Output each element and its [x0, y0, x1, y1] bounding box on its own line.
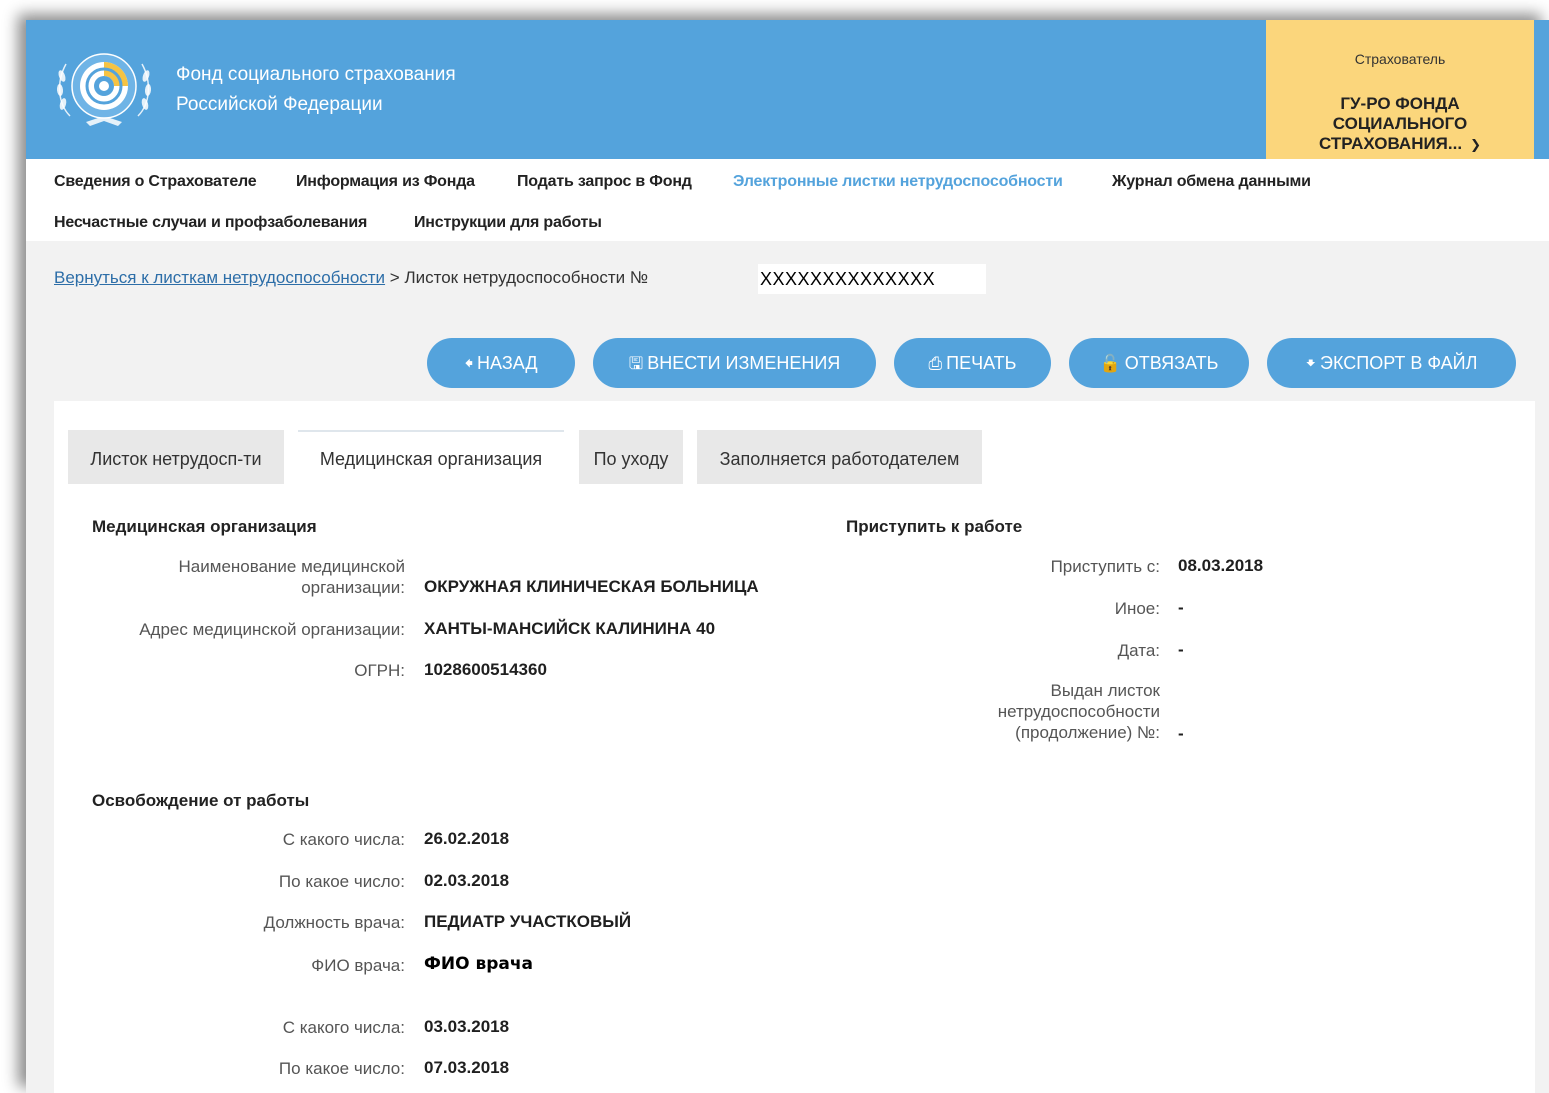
- insurer-label: Страхователь: [1354, 51, 1446, 67]
- print-button-label: ПЕЧАТЬ: [946, 353, 1017, 373]
- insurer-name-line3-row: СТРАХОВАНИЯ... ❯: [1266, 134, 1534, 155]
- return-date-label: Дата:: [1117, 641, 1160, 660]
- back-button-label: НАЗАД: [477, 353, 538, 373]
- release2-from-label: С какого числа:: [282, 1018, 405, 1037]
- return-other-value: -: [1178, 598, 1184, 617]
- main-nav: Сведения о Страхователе Информация из Фо…: [26, 159, 1549, 241]
- issued-continuation-label-line2: нетрудоспособности: [997, 702, 1160, 721]
- tab-sick-leave[interactable]: Листок нетрудосп-ти: [68, 430, 284, 484]
- org-name: Фонд социального страхования Российской …: [176, 60, 456, 120]
- return-to-work-title: Приступить к работе: [846, 517, 1023, 536]
- med-org-name-label-line2: организации:: [301, 578, 405, 597]
- insurer-name[interactable]: ГУ-РО ФОНДА СОЦИАЛЬНОГО СТРАХОВАНИЯ... ❯: [1266, 94, 1534, 155]
- nav-sick-leaves[interactable]: Электронные листки нетрудоспособности: [733, 173, 1063, 191]
- nav-accidents[interactable]: Несчастные случаи и профзаболевания: [54, 214, 367, 232]
- print-button[interactable]: ⎙ ПЕЧАТЬ: [894, 338, 1051, 388]
- nav-exchange-log[interactable]: Журнал обмена данными: [1112, 173, 1311, 191]
- return-other-label: Иное:: [1114, 599, 1160, 618]
- insurer-name-line3: СТРАХОВАНИЯ...: [1319, 134, 1463, 153]
- tab-care[interactable]: По уходу: [579, 430, 683, 484]
- unlink-button-label: ОТВЯЗАТЬ: [1124, 353, 1219, 373]
- org-name-line2: Российской Федерации: [176, 94, 383, 115]
- ogrn-label: ОГРН:: [354, 661, 405, 680]
- unlink-button[interactable]: 🔓 ОТВЯЗАТЬ: [1069, 338, 1249, 388]
- save-icon: 🖫: [628, 354, 644, 373]
- med-org-name-label-line1: Наименование медицинской: [178, 557, 405, 576]
- release-from-label: С какого числа:: [282, 830, 405, 849]
- insurer-name-line2: СОЦИАЛЬНОГО: [1332, 114, 1468, 133]
- arrow-left-icon: 🠸: [464, 354, 474, 373]
- edit-button[interactable]: 🖫 ВНЕСТИ ИЗМЕНЕНИЯ: [593, 338, 876, 388]
- ogrn-value: 1028600514360: [424, 660, 547, 679]
- app-window: Фонд социального страхования Российской …: [26, 20, 1549, 1093]
- release-title: Освобождение от работы: [92, 791, 310, 810]
- edit-button-label: ВНЕСТИ ИЗМЕНЕНИЯ: [647, 353, 841, 373]
- issued-continuation-value: -: [1178, 724, 1184, 743]
- nav-insurer-info[interactable]: Сведения о Страхователе: [54, 173, 257, 191]
- med-org-name-value: ОКРУЖНАЯ КЛИНИЧЕСКАЯ БОЛЬНИЦА: [424, 577, 759, 596]
- org-name-line1: Фонд социального страхования: [176, 64, 456, 85]
- chevron-down-icon[interactable]: ❯: [1470, 135, 1481, 155]
- fss-emblem-icon: [56, 53, 152, 126]
- release-to-value: 02.03.2018: [424, 871, 510, 890]
- release-to-label: По какое число:: [278, 872, 405, 891]
- release2-from-value: 03.03.2018: [424, 1017, 510, 1036]
- return-start-value: 08.03.2018: [1178, 556, 1264, 575]
- nav-instructions[interactable]: Инструкции для работы: [414, 214, 602, 232]
- return-start-label: Приступить с:: [1050, 557, 1160, 576]
- printer-icon: ⎙: [928, 354, 943, 373]
- export-button-label: ЭКСПОРТ В ФАЙЛ: [1320, 353, 1478, 373]
- insurer-name-line1: ГУ-РО ФОНДА: [1340, 94, 1460, 113]
- tab-medical-organization[interactable]: Медицинская организация: [298, 430, 564, 484]
- content-panel: Листок нетрудосп-ти Медицинская организа…: [54, 401, 1535, 1093]
- doctor-position-label: Должность врача:: [263, 913, 405, 932]
- medical-org-title: Медицинская организация: [92, 517, 317, 536]
- med-org-address-label: Адрес медицинской организации:: [139, 620, 405, 639]
- nav-fund-info[interactable]: Информация из Фонда: [296, 173, 475, 191]
- left-margin: [0, 0, 26, 1093]
- insurer-selector[interactable]: Страхователь ГУ-РО ФОНДА СОЦИАЛЬНОГО СТР…: [1266, 20, 1534, 159]
- release2-to-value: 07.03.2018: [424, 1058, 510, 1077]
- issued-continuation-label-line1: Выдан листок: [1050, 681, 1160, 700]
- sick-leave-number: XXXXXXXXXXXXXX: [760, 269, 936, 289]
- back-button[interactable]: 🠸 НАЗАД: [427, 338, 575, 388]
- issued-continuation-label: Выдан листок нетрудоспособности (продолж…: [894, 680, 1160, 743]
- release-from-value: 26.02.2018: [424, 829, 510, 848]
- return-date-value: -: [1178, 640, 1184, 659]
- issued-continuation-label-line3: (продолжение) №:: [1015, 723, 1160, 742]
- breadcrumb: Вернуться к листкам нетрудоспособности >…: [54, 268, 648, 288]
- export-button[interactable]: 🠻 ЭКСПОРТ В ФАЙЛ: [1267, 338, 1516, 388]
- doctor-name-value: ФИО врача: [424, 954, 533, 974]
- nav-fund-request[interactable]: Подать запрос в Фонд: [517, 173, 692, 191]
- med-org-name-label: Наименование медицинской организации:: [82, 556, 405, 598]
- med-org-address-value: ХАНТЫ-МАНСИЙСК КАЛИНИНА 40: [424, 619, 716, 638]
- header: Фонд социального страхования Российской …: [26, 20, 1549, 159]
- breadcrumb-separator: >: [389, 268, 400, 287]
- tab-employer[interactable]: Заполняется работодателем: [697, 430, 982, 484]
- breadcrumb-current: Листок нетрудоспособности №: [404, 268, 649, 287]
- unlock-icon: 🔓: [1099, 354, 1121, 373]
- arrow-down-icon: 🠻: [1305, 354, 1317, 373]
- breadcrumb-back-link[interactable]: Вернуться к листкам нетрудоспособности: [54, 268, 385, 287]
- doctor-position-value: ПЕДИАТР УЧАСТКОВЫЙ: [424, 912, 632, 931]
- release2-to-label: По какое число:: [278, 1059, 405, 1078]
- doctor-name-label: ФИО врача:: [311, 956, 405, 975]
